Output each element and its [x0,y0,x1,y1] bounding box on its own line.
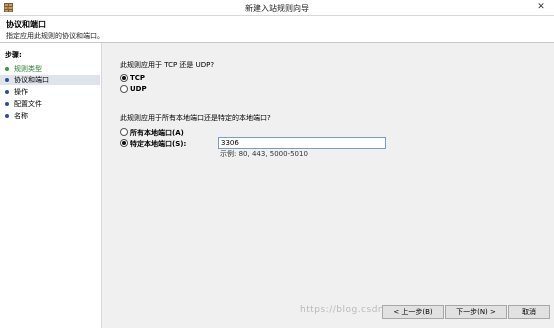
steps-sidebar: 步骤: 规则类型 协议和端口 操作 配置文件 名称 [0,43,102,328]
sidebar-item-label: 名称 [14,112,28,120]
cancel-button[interactable]: 取消 [508,305,550,319]
title-bar: 新建入站规则向导 ✕ [0,0,554,16]
tcp-label[interactable]: TCP [130,74,145,82]
sidebar-item-rule-type[interactable]: 规则类型 [0,64,100,74]
sidebar-item-label: 配置文件 [14,100,42,108]
next-button[interactable]: 下一步(N) > [445,305,507,319]
sidebar-item-label: 操作 [14,88,28,96]
sidebar-item-action[interactable]: 操作 [0,87,100,97]
wizard-header: 协议和端口 指定应用此规则的协议和端口。 [0,16,554,43]
step-done-bullet-icon [5,67,9,71]
port-example-text: 示例: 80, 443, 5000-5010 [220,150,308,158]
back-button[interactable]: < 上一步(B) [382,305,444,319]
steps-label: 步骤: [5,51,22,59]
close-button[interactable]: ✕ [534,1,548,14]
step-bullet-icon [5,90,9,94]
sidebar-item-protocol-ports[interactable]: 协议和端口 [0,75,100,85]
udp-radio[interactable] [120,85,128,93]
page-title: 协议和端口 [6,20,46,29]
sidebar-item-name[interactable]: 名称 [0,111,100,121]
step-bullet-icon [5,78,9,82]
specific-ports-radio[interactable] [120,139,128,147]
specific-ports-label[interactable]: 特定本地端口(S): [130,139,186,149]
all-ports-label[interactable]: 所有本地端口(A) [130,128,184,138]
all-ports-radio[interactable] [120,128,128,136]
sidebar-item-label: 规则类型 [14,65,42,73]
step-bullet-icon [5,114,9,118]
sidebar-item-profile[interactable]: 配置文件 [0,99,100,109]
port-question: 此规则应用于所有本地端口还是特定的本地端口? [120,114,271,122]
tcp-radio[interactable] [120,74,128,82]
protocol-question: 此规则应用于 TCP 还是 UDP? [120,61,215,69]
window-title: 新建入站规则向导 [245,4,309,13]
port-input[interactable]: 3306 [218,137,386,149]
step-bullet-icon [5,102,9,106]
page-subtitle: 指定应用此规则的协议和端口。 [6,32,104,40]
wizard-content: 此规则应用于 TCP 还是 UDP? TCP UDP 此规则应用于所有本地端口还… [102,43,554,328]
udp-label[interactable]: UDP [130,85,147,93]
sidebar-item-label: 协议和端口 [14,76,49,84]
